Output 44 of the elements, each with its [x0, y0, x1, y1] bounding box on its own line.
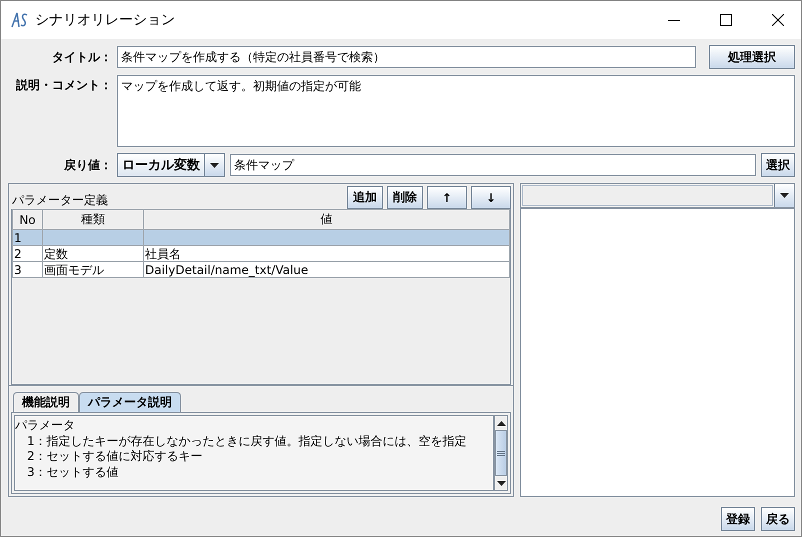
- dropdown-arrow-icon: [780, 193, 789, 198]
- dropdown[interactable]: [521, 184, 794, 209]
- column-header[interactable]: 値: [144, 210, 510, 230]
- app-logo-icon: [11, 12, 29, 28]
- table-cell: 画面モデル: [42, 262, 144, 278]
- tab[interactable]: パラメータ説明: [79, 392, 181, 412]
- return-value-field[interactable]: 条件マップ: [230, 154, 756, 176]
- tab[interactable]: 機能説明: [13, 392, 79, 412]
- return-type-dropdown[interactable]: ローカル変数: [117, 153, 225, 177]
- scroll-thumb[interactable]: [495, 430, 507, 476]
- title-label: タイトル：: [51, 48, 112, 66]
- maximize-icon: [720, 14, 732, 26]
- table-cell: DailyDetail/name_txt/Value: [144, 262, 510, 278]
- description-line: 1：指定したキーが存在しなかったときに戻す値。指定しない場合には、空を指定: [26, 434, 468, 449]
- process-select-button[interactable]: 処理選択: [709, 45, 795, 69]
- scrollbar[interactable]: [494, 415, 508, 491]
- dropdown-arrow-icon: [210, 162, 219, 168]
- description-line: パラメータ: [15, 418, 76, 434]
- comment-label: 説明・コメント：: [14, 77, 112, 94]
- toolbar-button[interactable]: 削除: [386, 186, 423, 209]
- panel-title: パラメーター定義: [12, 192, 109, 209]
- scroll-up-icon: [496, 420, 506, 426]
- column-header[interactable]: No: [12, 210, 42, 230]
- title-field[interactable]: 条件マップを作成する（特定の社員番号で検索）: [117, 46, 696, 68]
- footer-button[interactable]: 戻る: [761, 507, 795, 531]
- toolbar-button[interactable]: ↓: [470, 186, 511, 209]
- description-line: 3：セットする値: [26, 464, 120, 480]
- column-header[interactable]: 種類: [42, 210, 144, 230]
- window-title: シナリオリレーション: [35, 11, 176, 29]
- table-cell: 2: [12, 246, 42, 262]
- comment-field[interactable]: マップを作成して返す。初期値の指定が可能: [117, 75, 795, 147]
- description-line: 2：セットする値に対応するキー: [26, 449, 204, 464]
- table-cell: 3: [12, 262, 42, 278]
- select-button[interactable]: 選択: [761, 153, 795, 177]
- footer-button[interactable]: 登録: [721, 507, 755, 531]
- table-cell: 社員名: [144, 246, 510, 262]
- toolbar-button[interactable]: ↑: [426, 186, 467, 209]
- return-value-label: 戻り値：: [62, 156, 112, 174]
- scroll-down-icon: [496, 480, 506, 486]
- close-icon: [772, 14, 784, 26]
- table-cell: 1: [12, 230, 42, 246]
- toolbar-button[interactable]: 追加: [346, 186, 383, 209]
- table-cell: 定数: [42, 246, 144, 262]
- description-text-area[interactable]: パラメータ 1：指定したキーが存在しなかったときに戻す値。指定しない場合には、空を指定 2：セットする値に対応するキー 3：セットする値: [14, 415, 494, 491]
